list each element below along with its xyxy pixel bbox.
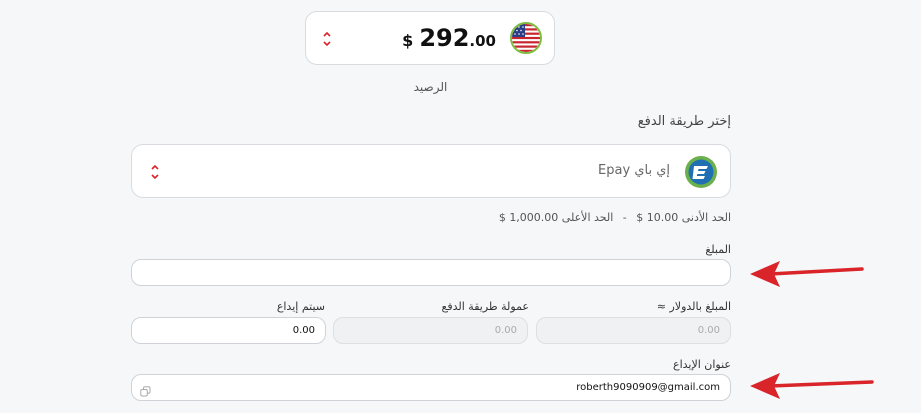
sort-arrows-icon[interactable]	[322, 30, 332, 48]
balance-integer: 292	[419, 24, 470, 52]
deposit-limits: الحد الأدنى 10.00 $ - الحد الأعلى 1,000.…	[493, 211, 731, 224]
annotation-arrow	[748, 258, 868, 294]
fee-label: عمولة طريقة الدفع	[441, 300, 530, 313]
currency-symbol: $	[402, 31, 414, 50]
deposit-address-input[interactable]: roberth9090909@gmail.com	[131, 374, 731, 401]
amount-input[interactable]	[131, 259, 731, 286]
payment-method-title: إختر طريقة الدفع	[637, 114, 731, 129]
deposit-address-label: عنوان الإيداع	[673, 358, 731, 371]
balance-label: الرصيد	[413, 80, 448, 94]
sort-arrows-icon[interactable]	[150, 163, 160, 181]
balance-decimal: .00	[469, 32, 496, 50]
deposit-amount-input[interactable]: 0.00	[131, 317, 326, 344]
payment-method-name: إي باي Epay	[598, 163, 670, 178]
copy-icon[interactable]	[140, 382, 151, 397]
deposit-amount-label: سيتم إيداع	[276, 300, 325, 313]
deposit-address-value: roberth9090909@gmail.com	[576, 382, 720, 393]
balance-amount: $292.00	[402, 24, 496, 52]
epay-logo-icon	[684, 155, 718, 189]
fee-input: 0.00	[333, 317, 528, 344]
limit-separator: -	[622, 211, 627, 224]
payment-method-selector[interactable]: إي باي Epay	[131, 144, 731, 198]
usd-amount-label: المبلغ بالدولار ≈	[656, 300, 731, 313]
max-limit: الحد الأعلى 1,000.00 $	[498, 211, 614, 224]
balance-selector[interactable]: $292.00	[305, 11, 555, 65]
amount-label: المبلغ	[705, 243, 731, 256]
us-flag-icon	[510, 22, 542, 54]
min-limit: الحد الأدنى 10.00 $	[636, 211, 731, 224]
usd-amount-input: 0.00	[536, 317, 731, 344]
annotation-arrow	[748, 368, 878, 404]
